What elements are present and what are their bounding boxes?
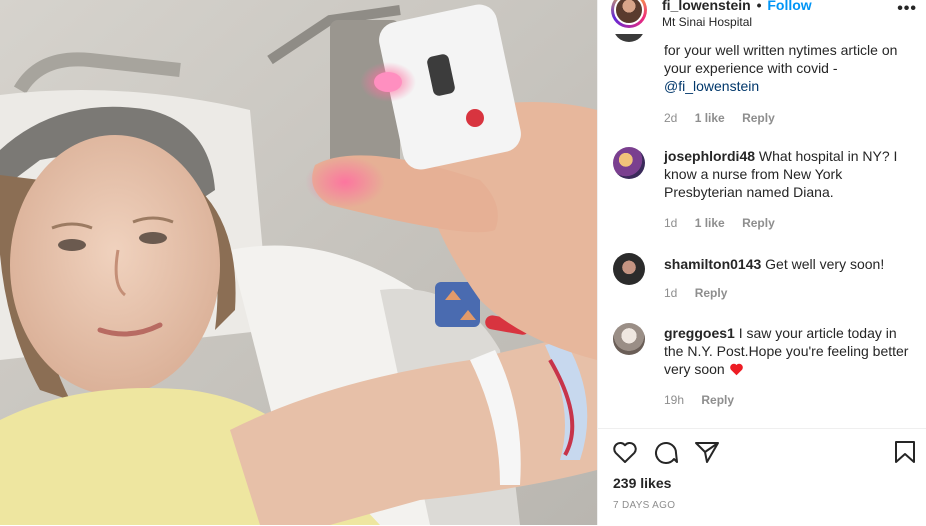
comment-time[interactable]: 1d xyxy=(664,286,677,300)
comment-meta: 19h Reply xyxy=(664,393,748,407)
comment-list[interactable]: for your well written nytimes article on… xyxy=(598,34,926,428)
reply-button[interactable]: Reply xyxy=(695,286,728,300)
commenter-avatar[interactable] xyxy=(613,34,645,42)
comment-text: for your well written nytimes article on… xyxy=(664,41,910,95)
header-separator: • xyxy=(756,0,762,13)
bookmark-icon[interactable] xyxy=(894,440,916,464)
commenter-username[interactable]: josephlordi48 xyxy=(664,148,755,164)
more-options-button[interactable]: ••• xyxy=(897,0,917,18)
commenter-avatar[interactable] xyxy=(613,323,645,355)
heart-outline-icon[interactable] xyxy=(612,440,638,464)
reply-button[interactable]: Reply xyxy=(742,216,775,230)
like-count[interactable]: 239 likes xyxy=(613,475,671,491)
author-avatar[interactable] xyxy=(611,0,647,28)
comment-text: shamilton0143 Get well very soon! xyxy=(664,255,910,273)
comment-text: josephlordi48 What hospital in NY? I kno… xyxy=(664,147,910,201)
commenter-avatar[interactable] xyxy=(613,147,645,179)
comment-time[interactable]: 1d xyxy=(664,216,677,230)
comment-time[interactable]: 19h xyxy=(664,393,684,407)
commenter-username[interactable]: shamilton0143 xyxy=(664,256,761,272)
post-timestamp[interactable]: 7 DAYS AGO xyxy=(613,500,675,511)
reply-button[interactable]: Reply xyxy=(701,393,734,407)
post-photo[interactable] xyxy=(0,0,597,525)
comment-meta: 2d 1 like Reply xyxy=(664,111,789,125)
comment-meta: 1d Reply xyxy=(664,286,741,300)
selfie-hospital-photo xyxy=(0,0,597,525)
paper-plane-icon[interactable] xyxy=(694,440,720,464)
comment-meta: 1d 1 like Reply xyxy=(664,216,789,230)
comment-body: Get well very soon! xyxy=(765,256,885,272)
mention-link[interactable]: @fi_lowenstein xyxy=(664,78,759,94)
post-header: fi_lowenstein • Follow Mt Sinai Hospital… xyxy=(598,0,926,34)
comment-likes[interactable]: 1 like xyxy=(695,216,725,230)
reply-button[interactable]: Reply xyxy=(742,111,775,125)
comment-likes[interactable]: 1 like xyxy=(695,111,725,125)
commenter-avatar[interactable] xyxy=(613,253,645,285)
comment-time[interactable]: 2d xyxy=(664,111,677,125)
comment-bubble-icon[interactable] xyxy=(653,440,679,464)
author-username[interactable]: fi_lowenstein xyxy=(662,0,751,13)
post-location[interactable]: Mt Sinai Hospital xyxy=(662,15,752,29)
comment-text: greggoes1 I saw your article today in th… xyxy=(664,324,910,378)
follow-button[interactable]: Follow xyxy=(767,0,811,13)
red-heart-emoji-icon xyxy=(729,363,743,376)
post-actions: 239 likes 7 DAYS AGO xyxy=(598,428,926,526)
header-user-line: fi_lowenstein • Follow xyxy=(662,0,812,13)
commenter-username[interactable]: greggoes1 xyxy=(664,325,735,341)
comments-panel: fi_lowenstein • Follow Mt Sinai Hospital… xyxy=(597,0,926,526)
comment-body: for your well written nytimes article on… xyxy=(664,42,898,76)
